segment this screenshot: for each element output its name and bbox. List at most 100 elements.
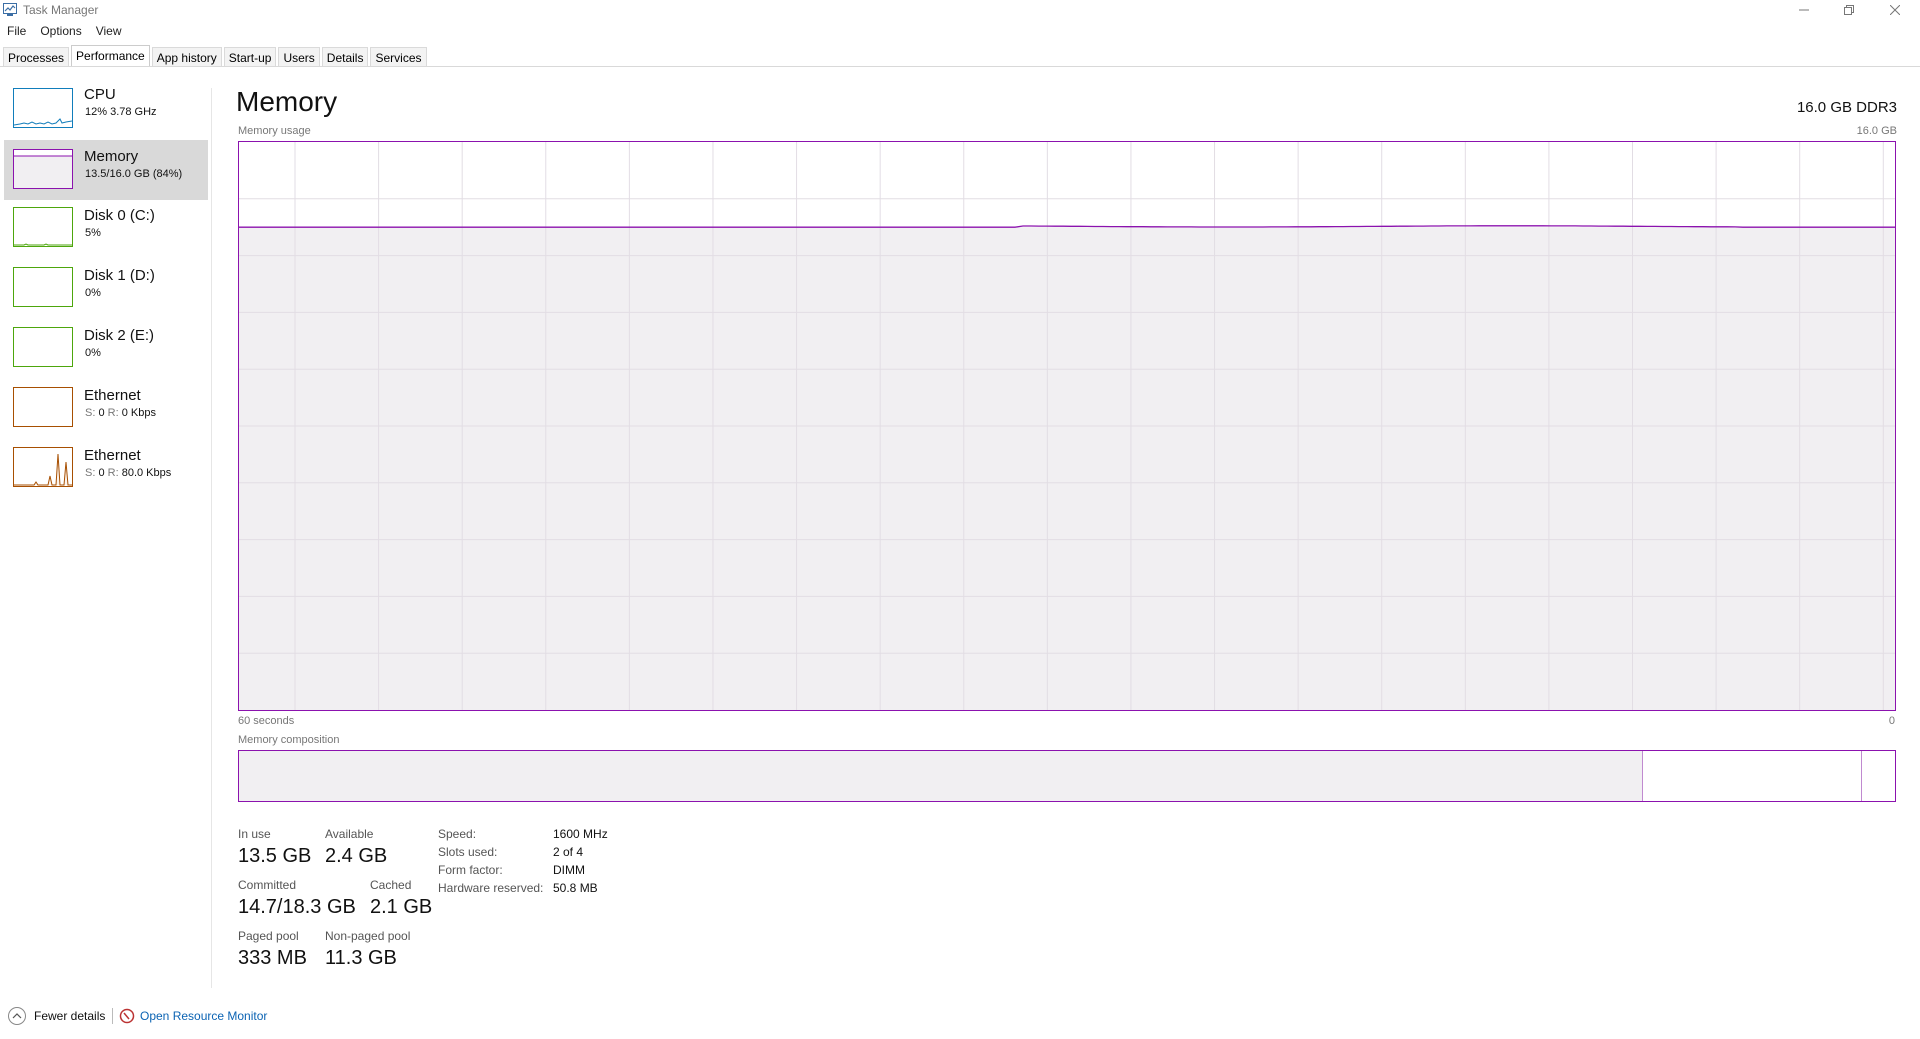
paged-pool-label: Paged pool bbox=[238, 929, 299, 943]
sidebar-item-ethernet[interactable]: Ethernet S: 0 R: 80.0 Kbps bbox=[4, 440, 208, 500]
tab-divider bbox=[0, 66, 1920, 67]
send-value: 0 bbox=[98, 407, 105, 419]
memory-thumbnail-graph bbox=[13, 149, 73, 189]
minimize-button[interactable] bbox=[1781, 0, 1827, 20]
resource-monitor-icon[interactable] bbox=[119, 1008, 135, 1024]
sidebar-item-label: Memory bbox=[84, 148, 139, 165]
hardware-reserved-value: 50.8 MB bbox=[553, 881, 598, 895]
available-value: 2.4 GB bbox=[325, 845, 388, 867]
sidebar-item-label: Disk 2 (E:) bbox=[84, 327, 155, 344]
slots-used-label: Slots used: bbox=[438, 845, 498, 859]
graph-label: Memory usage bbox=[238, 125, 311, 137]
composition-in-use bbox=[239, 751, 1643, 801]
sidebar-item-disk0[interactable]: Disk 0 (C:) 5% bbox=[4, 200, 208, 260]
memory-spec: 16.0 GB DDR3 bbox=[1796, 99, 1897, 116]
minimize-icon bbox=[1799, 9, 1809, 11]
form-factor-label: Form factor: bbox=[438, 863, 503, 877]
sidebar-item-cpu[interactable]: CPU 12% 3.78 GHz bbox=[4, 86, 208, 140]
receive-label: R: bbox=[107, 467, 119, 479]
sidebar-item-value: S: 0 R: 0 Kbps bbox=[85, 407, 156, 419]
footer: Fewer details Open Resource Monitor bbox=[0, 1000, 600, 1030]
receive-label: R: bbox=[107, 407, 119, 419]
footer-separator bbox=[112, 1008, 113, 1024]
tab-processes[interactable]: Processes bbox=[3, 47, 70, 66]
restore-button[interactable] bbox=[1826, 0, 1872, 20]
committed-label: Committed bbox=[238, 878, 297, 892]
sidebar-item-label: Ethernet bbox=[84, 387, 141, 404]
form-factor-value: DIMM bbox=[553, 863, 585, 877]
tab-strip: Processes Performance App history Start-… bbox=[3, 45, 429, 67]
close-icon bbox=[1890, 5, 1900, 15]
hardware-reserved-label: Hardware reserved: bbox=[438, 881, 544, 895]
sidebar-item-label: Ethernet bbox=[84, 447, 141, 464]
receive-value: 80.0 Kbps bbox=[121, 467, 172, 479]
non-paged-pool-value: 11.3 GB bbox=[325, 947, 397, 969]
sidebar-item-value: 12% 3.78 GHz bbox=[85, 106, 157, 118]
receive-value: 0 Kbps bbox=[121, 407, 156, 419]
speed-label: Speed: bbox=[438, 827, 477, 841]
slots-used-value: 2 of 4 bbox=[553, 845, 584, 859]
sidebar-item-label: Disk 1 (D:) bbox=[84, 267, 155, 284]
cached-label: Cached bbox=[370, 878, 412, 892]
menu-file[interactable]: File bbox=[0, 22, 33, 40]
sidebar-item-value: 5% bbox=[85, 227, 101, 239]
tab-performance[interactable]: Performance bbox=[71, 45, 150, 67]
sidebar-item-disk2[interactable]: Disk 2 (E:) 0% bbox=[4, 320, 208, 380]
menu-options[interactable]: Options bbox=[33, 22, 88, 40]
in-use-label: In use bbox=[238, 827, 271, 841]
tab-startup[interactable]: Start-up bbox=[223, 47, 277, 66]
close-button[interactable] bbox=[1872, 0, 1918, 20]
send-label: S: bbox=[85, 467, 96, 479]
sidebar-item-value: 13.5/16.0 GB (84%) bbox=[85, 168, 183, 180]
tab-services[interactable]: Services bbox=[370, 47, 427, 66]
open-resource-monitor-link[interactable]: Open Resource Monitor bbox=[140, 1009, 267, 1023]
sidebar-item-ethernet[interactable]: Ethernet S: 0 R: 0 Kbps bbox=[4, 380, 208, 440]
in-use-value: 13.5 GB bbox=[238, 845, 312, 867]
disk-thumbnail-graph bbox=[13, 327, 73, 367]
send-value: 0 bbox=[98, 467, 105, 479]
usage-area bbox=[239, 227, 1895, 710]
composition-label: Memory composition bbox=[238, 734, 340, 746]
sidebar-item-disk1[interactable]: Disk 1 (D:) 0% bbox=[4, 260, 208, 320]
cached-value: 2.1 GB bbox=[370, 896, 433, 918]
time-axis-right: 0 bbox=[1888, 715, 1895, 727]
menu-bar: File Options View bbox=[0, 22, 129, 40]
sidebar-item-value: 0% bbox=[85, 347, 101, 359]
chevron-up-icon[interactable] bbox=[8, 1007, 26, 1025]
sidebar-item-memory[interactable]: Memory 13.5/16.0 GB (84%) bbox=[4, 140, 208, 200]
memory-usage-graph bbox=[238, 141, 1896, 711]
available-label: Available bbox=[325, 827, 374, 841]
menu-view[interactable]: View bbox=[89, 22, 129, 40]
disk-thumbnail-graph bbox=[13, 267, 73, 307]
send-label: S: bbox=[85, 407, 96, 419]
memory-usage-plot bbox=[239, 142, 1895, 710]
tab-details[interactable]: Details bbox=[321, 47, 369, 66]
window-title: Task Manager bbox=[23, 3, 99, 17]
composition-standby bbox=[1643, 751, 1862, 801]
memory-composition-bar bbox=[238, 750, 1896, 802]
non-paged-pool-label: Non-paged pool bbox=[325, 929, 411, 943]
committed-value: 14.7/18.3 GB bbox=[238, 896, 356, 918]
usage-line bbox=[239, 225, 1895, 228]
task-manager-icon bbox=[3, 3, 17, 16]
graph-max-label: 16.0 GB bbox=[1856, 125, 1897, 137]
tab-users[interactable]: Users bbox=[278, 47, 320, 66]
speed-value: 1600 MHz bbox=[553, 827, 608, 841]
sidebar-item-label: CPU bbox=[84, 86, 116, 103]
title-bar: Task Manager bbox=[0, 0, 1920, 20]
tab-app-history[interactable]: App history bbox=[151, 47, 222, 66]
ethernet-thumbnail-graph bbox=[13, 387, 73, 427]
disk-thumbnail-graph bbox=[13, 207, 73, 247]
performance-sidebar: CPU 12% 3.78 GHz Memory 13.5/16.0 GB (84… bbox=[4, 86, 210, 508]
restore-icon bbox=[1844, 5, 1854, 15]
sidebar-item-value: S: 0 R: 80.0 Kbps bbox=[85, 467, 171, 479]
paged-pool-value: 333 MB bbox=[238, 947, 307, 969]
ethernet-thumbnail-graph bbox=[13, 447, 73, 487]
time-axis-left: 60 seconds bbox=[238, 715, 295, 727]
cpu-thumbnail-graph bbox=[13, 88, 73, 128]
sidebar-divider bbox=[211, 88, 212, 988]
page-title: Memory bbox=[236, 86, 338, 117]
sidebar-item-label: Disk 0 (C:) bbox=[84, 207, 155, 224]
fewer-details-button[interactable]: Fewer details bbox=[34, 1009, 105, 1023]
sidebar-item-value: 0% bbox=[85, 287, 101, 299]
